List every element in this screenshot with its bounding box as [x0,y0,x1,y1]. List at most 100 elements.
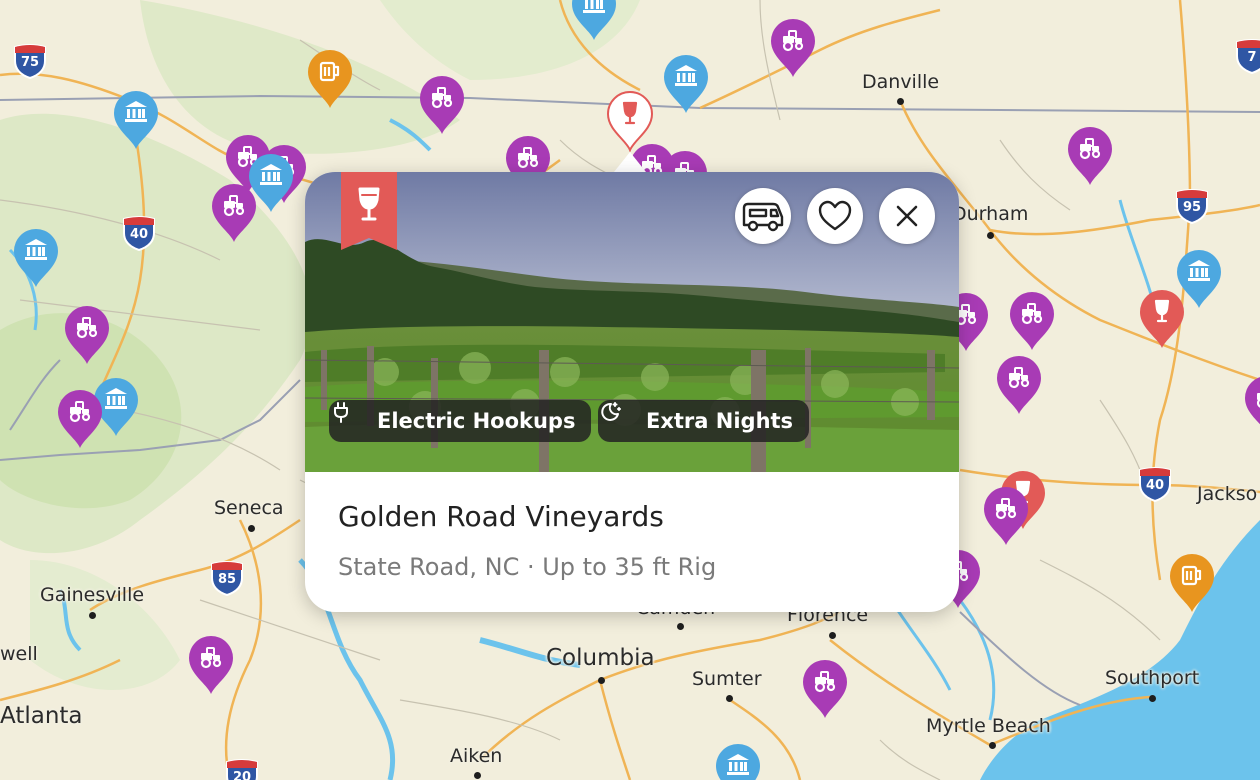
place-subtitle: State Road, NC · Up to 35 ft Rig [338,553,717,581]
map-pin-museum[interactable] [660,51,712,115]
map-pin-museum[interactable] [712,740,764,780]
map-pin-farm[interactable] [416,72,468,136]
city-dot [989,742,996,749]
map-pin-farm[interactable] [1006,288,1058,352]
tractor-icon [515,144,541,170]
map-pin-farm[interactable] [61,302,113,366]
rv-button[interactable] [735,188,791,244]
interstate-shield: 85 [209,560,245,596]
map-pin-farm[interactable] [799,656,851,720]
city-dot [248,525,255,532]
museum-icon [1186,258,1212,284]
museum-icon [581,0,607,16]
city-label-danville: Danville [862,71,940,93]
tractor-icon [67,398,93,424]
city-dot [829,632,836,639]
map-pin-farm[interactable] [1064,123,1116,187]
amenity-label: Extra Nights [646,409,794,433]
map-pin-winery[interactable] [1136,286,1188,350]
interstate-shield: 7 [1234,38,1260,74]
category-ribbon [341,172,397,250]
shield-number: 75 [20,55,40,70]
museum-icon [725,752,751,778]
tractor-icon [1077,135,1103,161]
city-dot [987,232,994,239]
beer-mug-icon [317,58,343,84]
tractor-icon [1019,300,1045,326]
interstate-shield: 40 [1137,466,1173,502]
city-dot [726,695,733,702]
amenity-chip-extra-nights: Extra Nights [598,400,810,442]
tractor-icon [198,644,224,670]
museum-icon [23,237,49,263]
city-label-myrtle-beach: Myrtle Beach [926,715,1051,737]
location-popup-card[interactable]: Electric Hookups Extra Nights Golden Roa… [305,172,959,612]
city-label-gainesville: Gainesville [40,584,145,606]
tractor-icon [1254,384,1260,410]
map-pin-farm[interactable] [54,386,106,450]
shield-number: 95 [1182,200,1202,215]
rv-icon [742,202,784,232]
museum-icon [258,162,284,188]
tractor-icon [780,27,806,53]
map-pin-farm[interactable] [767,15,819,79]
city-dot [1149,695,1156,702]
favorite-button[interactable] [807,188,863,244]
tractor-icon [993,495,1019,521]
map-pin-brewery[interactable] [1166,550,1218,614]
map-pin-brewery[interactable] [304,46,356,110]
museum-icon [673,63,699,89]
city-dot [474,772,481,779]
city-label-durham: Durham [952,203,1029,225]
close-icon [896,205,918,227]
city-dot [897,98,904,105]
tractor-icon [1006,364,1032,390]
map-pin-selected-winery[interactable] [604,88,656,152]
interstate-shield: 95 [1174,188,1210,224]
museum-icon [103,386,129,412]
city-label-seneca: Seneca [214,497,284,519]
shield-number: 20 [232,770,252,780]
popup-caret [614,152,646,172]
map-pin-farm[interactable] [185,632,237,696]
moon-stars-icon [601,402,621,421]
map-pin-farm[interactable] [1241,372,1260,436]
tractor-icon [812,668,838,694]
tractor-icon [429,84,455,110]
shield-number: 40 [129,227,149,242]
place-title[interactable]: Golden Road Vineyards [338,500,664,533]
city-label-jacksonville: Jackso [1197,483,1258,505]
city-label-sumter: Sumter [692,668,762,690]
shield-number: 40 [1145,478,1165,493]
museum-icon [123,99,149,125]
interstate-shield: 20 [224,758,260,780]
map-pin-farm[interactable] [980,483,1032,547]
city-dot [598,677,605,684]
city-dot [677,623,684,630]
map-pin-museum[interactable] [568,0,620,42]
wine-glass-icon [355,186,383,222]
amenity-label: Electric Hookups [377,409,576,433]
city-label-southport: Southport [1105,667,1200,689]
map-pin-farm[interactable] [208,180,260,244]
shield-number: 7 [1247,50,1257,65]
city-dot [89,612,96,619]
heart-icon [818,200,852,231]
wine-glass-icon [1149,298,1175,324]
map-pin-museum[interactable] [110,87,162,151]
wine-glass-icon [617,100,643,126]
map-pin-farm[interactable] [993,352,1045,416]
city-label-partial: well [0,643,38,665]
close-button[interactable] [879,188,935,244]
vineyard-photo[interactable]: Electric Hookups Extra Nights [305,172,959,472]
tractor-icon [221,192,247,218]
tractor-icon [74,314,100,340]
shield-number: 85 [217,572,237,587]
interstate-shield: 40 [121,215,157,251]
interstate-shield: 75 [12,43,48,79]
city-label-columbia: Columbia [546,645,655,671]
beer-mug-icon [1179,562,1205,588]
city-label-atlanta: Atlanta [0,703,83,729]
city-label-aiken: Aiken [450,745,503,767]
map-pin-museum[interactable] [10,225,62,289]
